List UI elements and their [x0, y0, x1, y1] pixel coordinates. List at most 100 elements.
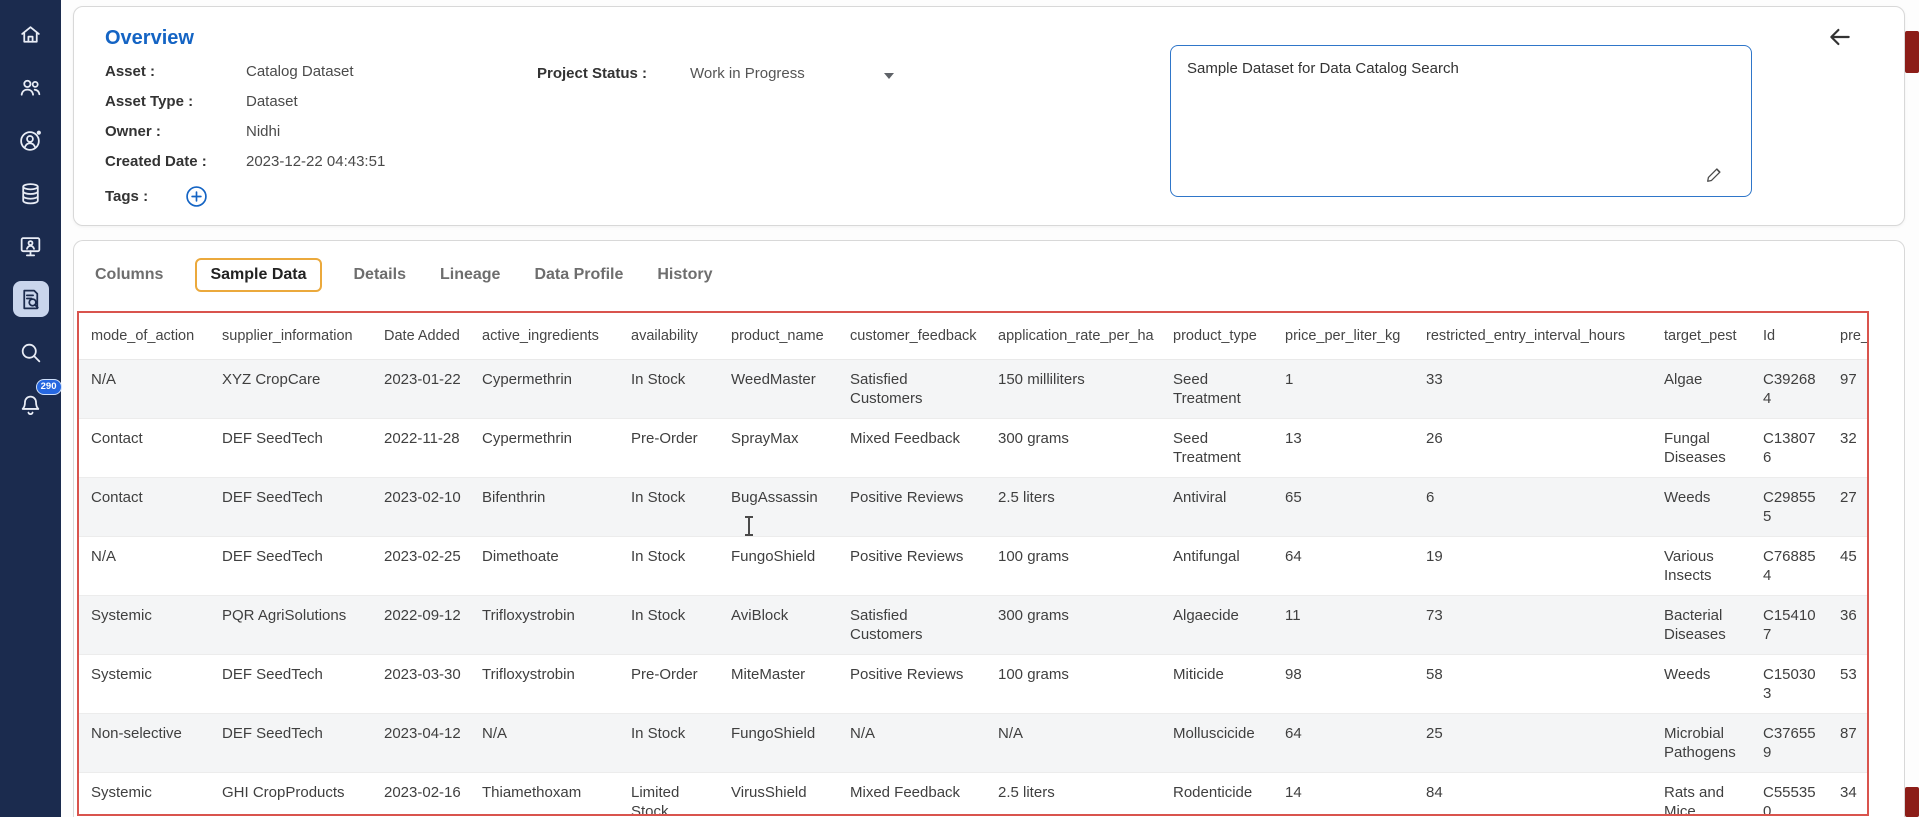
- table-row: SystemicGHI CropProducts2023-02-16Thiame…: [79, 773, 1869, 817]
- table-cell: Satisfied Customers: [838, 596, 986, 655]
- database-icon: [18, 181, 43, 206]
- table-body: N/AXYZ CropCare2023-01-22CypermethrinIn …: [79, 360, 1869, 817]
- field-asset-type: Asset Type : Dataset: [105, 93, 385, 123]
- table-cell: Weeds: [1652, 655, 1751, 714]
- table-cell: AviBlock: [719, 596, 838, 655]
- table-cell: 64: [1273, 714, 1414, 773]
- table-cell: Bifenthrin: [470, 478, 619, 537]
- table-cell: Weeds: [1652, 478, 1751, 537]
- tab-sample-data[interactable]: Sample Data: [195, 258, 321, 292]
- table-cell: 2022-09-12: [372, 596, 470, 655]
- column-header: mode_of_action: [79, 313, 210, 360]
- tab-history[interactable]: History: [655, 261, 714, 289]
- table-cell: Systemic: [79, 655, 210, 714]
- pencil-icon: [1705, 166, 1723, 184]
- scrollbar-thumb-top[interactable]: [1905, 31, 1919, 73]
- field-label: Created Date :: [105, 153, 246, 170]
- field-value: Nidhi: [246, 123, 280, 140]
- tab-lineage[interactable]: Lineage: [438, 261, 502, 289]
- sidebar-item-database[interactable]: [13, 175, 49, 211]
- table-cell: FungoShield: [719, 537, 838, 596]
- table-cell: Microbial Pathogens: [1652, 714, 1751, 773]
- table-cell: DEF SeedTech: [210, 478, 372, 537]
- project-status-label: Project Status :: [537, 65, 647, 82]
- table-cell: Seed Treatment: [1161, 360, 1273, 419]
- table-cell: Cypermethrin: [470, 360, 619, 419]
- edit-description-button[interactable]: [1705, 166, 1725, 186]
- table-cell: 53: [1828, 655, 1869, 714]
- back-button[interactable]: [1824, 21, 1856, 53]
- table-cell: DEF SeedTech: [210, 419, 372, 478]
- column-header: target_pest: [1652, 313, 1751, 360]
- sample-data-table: mode_of_actionsupplier_informationDate A…: [79, 313, 1869, 816]
- sidebar-item-home[interactable]: [13, 16, 49, 52]
- table-cell: FungoShield: [719, 714, 838, 773]
- table-cell: 33: [1414, 360, 1652, 419]
- table-cell: DEF SeedTech: [210, 655, 372, 714]
- table-cell: 19: [1414, 537, 1652, 596]
- table-cell: 34: [1828, 773, 1869, 817]
- sidebar-item-notifications[interactable]: 290: [13, 387, 49, 423]
- table-cell: Rodenticide: [1161, 773, 1273, 817]
- table-cell: Trifloxystrobin: [470, 655, 619, 714]
- table-cell: Pre-Order: [619, 655, 719, 714]
- description-textarea[interactable]: Sample Dataset for Data Catalog Search: [1170, 45, 1752, 197]
- chevron-down-icon[interactable]: [884, 73, 894, 79]
- table-cell: Trifloxystrobin: [470, 596, 619, 655]
- add-tag-button[interactable]: [185, 185, 208, 208]
- sidebar-item-users[interactable]: [13, 69, 49, 105]
- home-icon: [18, 22, 43, 47]
- tab-data-profile[interactable]: Data Profile: [532, 261, 625, 289]
- table-cell: 2.5 liters: [986, 773, 1161, 817]
- field-value: Dataset: [246, 93, 298, 110]
- field-asset: Asset : Catalog Dataset: [105, 63, 385, 93]
- details-card: Columns Sample Data Details Lineage Data…: [73, 240, 1905, 817]
- table-cell: In Stock: [619, 714, 719, 773]
- tab-columns[interactable]: Columns: [93, 261, 165, 289]
- sidebar-item-catalog-search[interactable]: [13, 281, 49, 317]
- table-cell: PQR AgriSolutions: [210, 596, 372, 655]
- table-cell: Cypermethrin: [470, 419, 619, 478]
- table-cell: 100 grams: [986, 537, 1161, 596]
- table-cell: In Stock: [619, 537, 719, 596]
- sidebar: 290: [0, 0, 61, 817]
- project-status-select[interactable]: Work in Progress: [690, 65, 805, 82]
- table-cell: 58: [1414, 655, 1652, 714]
- table-cell: Non-selective: [79, 714, 210, 773]
- scrollbar-thumb-bottom[interactable]: [1905, 787, 1919, 817]
- page-title: Overview: [105, 27, 194, 50]
- table-cell: 64: [1273, 537, 1414, 596]
- table-cell: C138076: [1751, 419, 1828, 478]
- table-cell: MiteMaster: [719, 655, 838, 714]
- table-cell: 32: [1828, 419, 1869, 478]
- table-cell: 100 grams: [986, 655, 1161, 714]
- table-cell: 25: [1414, 714, 1652, 773]
- sidebar-item-search[interactable]: [13, 334, 49, 370]
- table-cell: Mixed Feedback: [838, 419, 986, 478]
- table-cell: Limited Stock: [619, 773, 719, 817]
- table-cell: Molluscicide: [1161, 714, 1273, 773]
- users-icon: [18, 75, 43, 100]
- table-cell: 73: [1414, 596, 1652, 655]
- table-cell: Dimethoate: [470, 537, 619, 596]
- column-header: price_per_liter_kg: [1273, 313, 1414, 360]
- table-cell: DEF SeedTech: [210, 537, 372, 596]
- tab-details[interactable]: Details: [352, 261, 408, 289]
- workstation-icon: [18, 234, 43, 259]
- table-cell: 300 grams: [986, 596, 1161, 655]
- table-cell: VirusShield: [719, 773, 838, 817]
- table-cell: DEF SeedTech: [210, 714, 372, 773]
- table-cell: 27: [1828, 478, 1869, 537]
- sidebar-item-workstation[interactable]: [13, 228, 49, 264]
- description-text: Sample Dataset for Data Catalog Search: [1187, 60, 1459, 77]
- field-label: Owner :: [105, 123, 246, 140]
- table-cell: Systemic: [79, 773, 210, 817]
- table-cell: 36: [1828, 596, 1869, 655]
- table-cell: 2023-02-10: [372, 478, 470, 537]
- table-cell: Antiviral: [1161, 478, 1273, 537]
- table-cell: 2022-11-28: [372, 419, 470, 478]
- overview-card: Overview Asset : Catalog Dataset Asset T…: [73, 6, 1905, 226]
- sidebar-item-user-status[interactable]: [13, 122, 49, 158]
- table-cell: Fungal Diseases: [1652, 419, 1751, 478]
- table-cell: Seed Treatment: [1161, 419, 1273, 478]
